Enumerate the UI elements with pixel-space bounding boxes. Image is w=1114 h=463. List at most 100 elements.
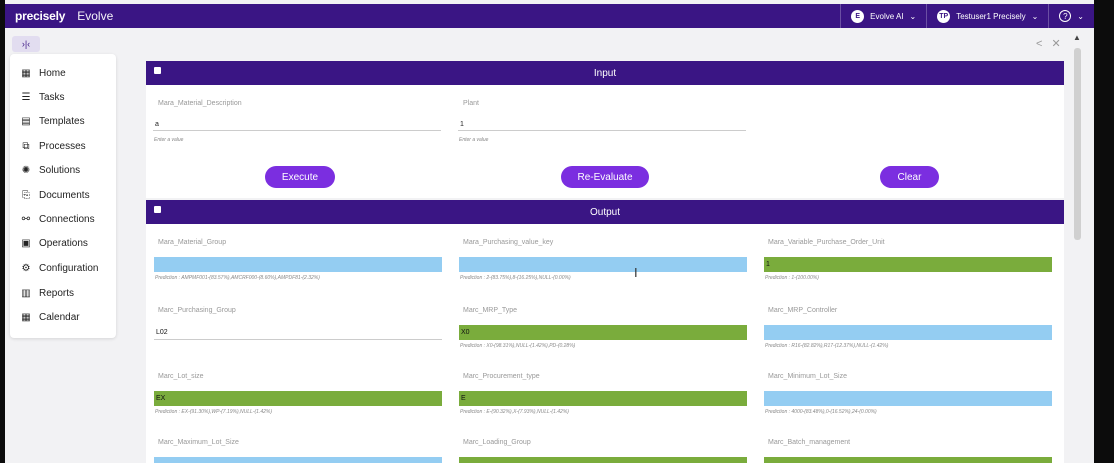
right-frame <box>1094 0 1114 463</box>
output-value-field[interactable] <box>459 457 747 463</box>
main-content: Input Mara_Material_Description a Enter … <box>146 61 1064 463</box>
user-avatar: TP <box>937 9 951 23</box>
output-value-field[interactable]: 1 <box>764 257 1052 272</box>
output-value-field[interactable] <box>764 325 1052 340</box>
clear-button[interactable]: Clear <box>880 166 939 188</box>
output-section-header: Output <box>146 200 1064 224</box>
output-value-field[interactable] <box>459 257 747 272</box>
sidebar-item-label: Reports <box>39 287 75 299</box>
chevron-down-icon: ⌄ <box>1077 11 1084 21</box>
app-name: Evolve <box>77 9 114 23</box>
output-field-label: Marc_Minimum_Lot_Size <box>768 373 847 380</box>
home-icon: ▦ <box>21 67 31 79</box>
input-section-header: Input <box>146 61 1064 85</box>
material-description-input[interactable]: a <box>153 119 441 131</box>
output-value-field[interactable]: L02 <box>154 325 442 340</box>
input-panel: Mara_Material_Description a Enter a valu… <box>146 85 1064 198</box>
sidebar-item-processes[interactable]: ⧉ Processes <box>20 138 86 154</box>
output-value-field[interactable]: E <box>459 391 747 406</box>
calendar-icon: ▦ <box>21 311 31 323</box>
output-field-label: Marc_MRP_Type <box>463 307 518 314</box>
prediction-text: Prediction : 4000-(83.48%),0-(16.52%),24… <box>765 409 877 415</box>
sidebar-item-solutions[interactable]: ✺ Solutions <box>20 162 80 178</box>
operations-icon: ▣ <box>21 237 31 249</box>
sidebar-item-label: Configuration <box>39 262 99 274</box>
output-value-field[interactable]: EX <box>154 391 442 406</box>
evolve-ai-label: Evolve AI <box>870 11 904 21</box>
sidebar-item-label: Processes <box>39 140 86 152</box>
prediction-text: Prediction : E-(90.32%),X-(7.93%),NULL-(… <box>460 409 569 415</box>
scrollbar-thumb[interactable] <box>1074 48 1081 240</box>
output-field-label: Marc_Purchasing_Group <box>158 307 236 314</box>
left-frame <box>0 0 5 463</box>
prediction-text: Prediction : EX-(91.30%),WP-(7.19%),NULL… <box>155 409 272 415</box>
sidebar-item-label: Calendar <box>39 311 80 323</box>
output-field-label: Marc_Procurement_type <box>463 373 540 380</box>
output-title: Output <box>589 206 621 218</box>
sidebar-item-calendar[interactable]: ▦ Calendar <box>20 309 80 325</box>
sidebar-item-configuration[interactable]: ⚙ Configuration <box>20 260 99 276</box>
output-field-label: Mara_Material_Group <box>158 239 227 246</box>
help-menu[interactable]: ? ⌄ <box>1048 4 1094 28</box>
sidebar-item-connections[interactable]: ⚯ Connections <box>20 211 95 227</box>
plant-input[interactable]: 1 <box>458 119 746 131</box>
documents-icon: ⎘ <box>22 189 30 201</box>
output-value-field[interactable] <box>764 457 1052 463</box>
processes-icon: ⧉ <box>22 140 30 152</box>
field-label: Mara_Material_Description <box>158 100 242 107</box>
tasks-icon: ☰ <box>21 91 31 103</box>
sidebar-item-reports[interactable]: ▥ Reports <box>20 285 74 301</box>
prediction-text: Prediction : R16-(82.82%),R17-(12.37%),N… <box>765 343 889 349</box>
sidebar-item-home[interactable]: ▦ Home <box>20 65 66 81</box>
collapse-toggle-icon[interactable] <box>154 67 161 74</box>
output-value-field[interactable] <box>764 391 1052 406</box>
reevaluate-button[interactable]: Re-Evaluate <box>561 166 649 188</box>
output-field-label: Mara_Purchasing_value_key <box>463 239 554 246</box>
close-icon[interactable]: ✕ <box>1052 38 1061 50</box>
output-value-field[interactable] <box>154 257 442 272</box>
evolve-ai-avatar: E <box>851 9 865 23</box>
reports-icon: ▥ <box>21 287 31 299</box>
collapse-toggle-icon[interactable] <box>154 206 161 213</box>
sidebar-item-label: Operations <box>39 237 88 249</box>
input-title: Input <box>593 67 617 79</box>
sidebar-item-label: Solutions <box>39 164 81 176</box>
chevron-down-icon: ⌄ <box>1031 11 1039 21</box>
output-field-label: Marc_MRP_Controller <box>768 307 838 314</box>
output-field-label: Mara_Variable_Purchase_Order_Unit <box>768 239 885 246</box>
chevron-down-icon: ⌄ <box>909 11 917 21</box>
sidebar-item-label: Home <box>39 67 66 79</box>
solutions-icon: ✺ <box>21 164 31 176</box>
sidebar-item-templates[interactable]: ▤ Templates <box>20 113 85 129</box>
sidebar: ▦ Home ☰ Tasks ▤ Templates ⧉ Processes ✺ Solution… <box>10 54 116 338</box>
field-label: Plant <box>463 100 479 107</box>
output-panel: Mara_Material_Group Prediction : AMPMF001… <box>146 224 1064 463</box>
sidebar-item-operations[interactable]: ▣ Operations <box>20 235 88 251</box>
output-value-field[interactable] <box>154 457 442 463</box>
scroll-up-arrow-icon[interactable]: ▲ <box>1073 33 1081 42</box>
field-hint: Enter a value <box>459 137 489 143</box>
panel-actions: < ✕ <box>1036 37 1061 50</box>
prediction-text: Prediction : 1-(100.00%) <box>765 275 819 281</box>
prediction-text: Prediction : AMPMF001-(83.57%),AMCRF000-… <box>155 275 320 281</box>
execute-button[interactable]: Execute <box>265 166 335 188</box>
output-field-label: Marc_Loading_Group <box>463 439 531 446</box>
configuration-icon: ⚙ <box>21 262 31 274</box>
text-cursor-icon: I <box>634 265 638 280</box>
sidebar-toggle-button[interactable]: ›|‹ <box>12 36 40 52</box>
sidebar-item-label: Connections <box>39 213 95 225</box>
sidebar-item-documents[interactable]: ⎘ Documents <box>20 187 90 203</box>
prediction-text: Prediction : X0-(98.31%),NULL-(1.42%),PD… <box>460 343 576 349</box>
sidebar-item-label: Tasks <box>39 91 65 103</box>
output-value-field[interactable]: X0 <box>459 325 747 340</box>
sidebar-item-label: Templates <box>39 115 85 127</box>
field-hint: Enter a value <box>154 137 184 143</box>
sidebar-item-tasks[interactable]: ☰ Tasks <box>20 89 65 105</box>
evolve-ai-menu[interactable]: E Evolve AI ⌄ <box>840 4 926 28</box>
help-icon: ? <box>1059 10 1072 22</box>
user-menu[interactable]: TP Testuser1 Precisely ⌄ <box>926 4 1048 28</box>
prediction-text: Prediction : 2-(83.75%),8-(16.25%),NULL-… <box>460 275 571 281</box>
templates-icon: ▤ <box>21 115 31 127</box>
connections-icon: ⚯ <box>21 213 31 225</box>
share-icon[interactable]: < <box>1036 38 1042 50</box>
